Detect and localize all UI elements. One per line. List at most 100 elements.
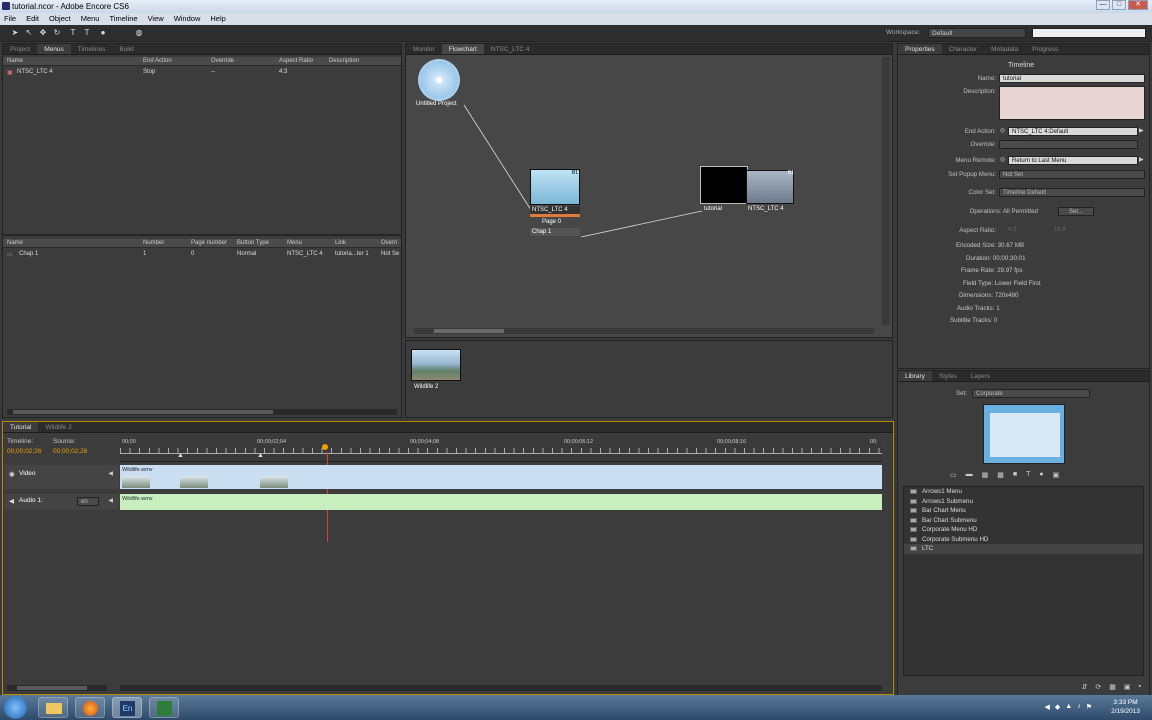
pickwhip-icon[interactable]: ◎ bbox=[1000, 156, 1005, 163]
text-icon[interactable]: T bbox=[1026, 471, 1030, 479]
col-aspect-ratio[interactable]: Aspect Ratio bbox=[279, 57, 313, 66]
tab-metadata[interactable]: Metadata bbox=[984, 44, 1025, 54]
chapter-marker-icon[interactable]: ▲ bbox=[177, 452, 184, 459]
flowchart-horizontal-scrollbar[interactable] bbox=[414, 328, 874, 334]
maximize-button[interactable]: □ bbox=[1112, 0, 1126, 10]
table-row[interactable]: ▭ Chap 1 1 0 Normal NTSC_LTC 4 tutoria..… bbox=[3, 250, 401, 259]
tab-build[interactable]: Build bbox=[112, 44, 140, 54]
tray-network-icon[interactable]: ▲ bbox=[1065, 703, 1072, 711]
tab-layers[interactable]: Layers bbox=[964, 371, 998, 381]
override-field[interactable]: Not Set bbox=[999, 140, 1138, 149]
zoom-slider[interactable] bbox=[7, 685, 107, 691]
speaker-icon[interactable]: ◀ bbox=[9, 497, 14, 505]
list-item[interactable]: Corporate Menu HD bbox=[904, 525, 1143, 535]
library-set-select[interactable]: Corporate bbox=[972, 389, 1090, 398]
list-item[interactable]: Corporate Submenu HD bbox=[904, 535, 1143, 545]
menu-menu[interactable]: Menu bbox=[81, 13, 100, 25]
color-set-select[interactable]: Timeline Default bbox=[999, 188, 1145, 197]
col-description[interactable]: Description bbox=[329, 57, 359, 66]
video-icon[interactable]: ▣ bbox=[1053, 471, 1060, 479]
name-field[interactable]: tutorial bbox=[999, 74, 1145, 83]
tab-styles[interactable]: Styles bbox=[932, 371, 964, 381]
menu-edit[interactable]: Edit bbox=[26, 13, 39, 25]
move-tool-icon[interactable]: ✥ bbox=[38, 28, 48, 38]
menu-remote-arrow-icon[interactable]: ▶ bbox=[1139, 156, 1144, 163]
tab-progress[interactable]: Progress bbox=[1025, 44, 1065, 54]
rotate-tool-icon[interactable]: ↻ bbox=[52, 28, 62, 38]
time-ruler[interactable]: 00;00 00;00;02;04 00;00;04;08 00;00;06;1… bbox=[120, 438, 882, 462]
tab-ntsc-ltc4[interactable]: NTSC_LTC 4 bbox=[484, 44, 537, 54]
shape-icon[interactable]: ■ bbox=[1013, 471, 1017, 479]
audio-language-select[interactable]: en bbox=[77, 497, 99, 506]
disc-icon[interactable] bbox=[418, 59, 460, 101]
explorer-taskbar-button[interactable] bbox=[38, 697, 68, 718]
drop-icon[interactable]: ● bbox=[1039, 471, 1043, 479]
app-taskbar-button[interactable] bbox=[149, 697, 179, 718]
list-item[interactable]: LTC bbox=[904, 544, 1143, 554]
end-action-field[interactable]: NTSC_LTC 4:Default bbox=[1008, 127, 1138, 136]
timeline-timecode[interactable]: 00;00;02;26 bbox=[7, 448, 41, 455]
tab-properties[interactable]: Properties bbox=[898, 44, 942, 54]
menu-object[interactable]: Object bbox=[49, 13, 71, 25]
tab-library[interactable]: Library bbox=[898, 371, 932, 381]
set-icon[interactable]: ▦ bbox=[1109, 683, 1116, 691]
menu-timeline[interactable]: Timeline bbox=[109, 13, 137, 25]
table-row[interactable]: ▣ NTSC_LTC 4 Stop -- 4:3 bbox=[3, 68, 401, 77]
menu-view[interactable]: View bbox=[148, 13, 164, 25]
button-icon[interactable]: ▬ bbox=[966, 471, 973, 479]
tab-timelines[interactable]: Timelines bbox=[71, 44, 113, 54]
aspect-16x9-radio[interactable]: 16:9 bbox=[1054, 227, 1066, 233]
panel-divider[interactable] bbox=[3, 234, 401, 236]
tray-shield-icon[interactable]: ◆ bbox=[1055, 703, 1060, 711]
col-end-action[interactable]: End Action bbox=[143, 57, 172, 66]
tab-character[interactable]: Character bbox=[942, 44, 985, 54]
timeline-node[interactable]: B1 tutorial NTSC_LTC 4 bbox=[700, 166, 798, 216]
place-icon[interactable]: ⇵ bbox=[1082, 683, 1088, 691]
popup-menu-select[interactable]: Not Set bbox=[999, 170, 1145, 179]
tab-wildlife[interactable]: Wildlife 2 bbox=[38, 422, 78, 432]
tab-flowchart[interactable]: Flowchart bbox=[441, 44, 484, 54]
eye-icon[interactable]: ◉ bbox=[9, 470, 15, 478]
set-operations-button[interactable]: Set... bbox=[1058, 207, 1094, 216]
workspace-select[interactable]: Default bbox=[928, 28, 1026, 38]
list-item[interactable]: Arrows1 Submenu bbox=[904, 497, 1143, 507]
encore-taskbar-button[interactable]: En bbox=[112, 697, 142, 718]
direct-select-tool-icon[interactable]: ↖ bbox=[24, 28, 34, 38]
col-name[interactable]: Name bbox=[7, 57, 23, 66]
menu-help[interactable]: Help bbox=[210, 13, 225, 25]
collapse-icon[interactable]: ◀ bbox=[108, 497, 113, 504]
menu-file[interactable]: File bbox=[4, 13, 16, 25]
horizontal-scrollbar[interactable] bbox=[7, 409, 397, 415]
wildlife-thumbnail[interactable] bbox=[411, 349, 461, 381]
image-icon[interactable]: ▭ bbox=[950, 471, 957, 479]
timeline-horizontal-scrollbar[interactable] bbox=[120, 685, 882, 691]
collapse-icon[interactable]: ◀ bbox=[108, 470, 113, 477]
vertical-scrollbar[interactable] bbox=[882, 57, 890, 325]
source-timecode[interactable]: 00;00;02;26 bbox=[53, 448, 87, 455]
tray-volume-icon[interactable]: ♪ bbox=[1077, 703, 1081, 711]
firefox-taskbar-button[interactable] bbox=[75, 697, 105, 718]
chapter-marker-icon[interactable]: ▲ bbox=[257, 452, 264, 459]
grid-icon[interactable]: ▩ bbox=[997, 471, 1004, 479]
list-item[interactable]: Bar Chart Submenu bbox=[904, 516, 1143, 526]
col-override[interactable]: Override bbox=[211, 57, 234, 66]
pickwhip-icon[interactable]: ◎ bbox=[1000, 127, 1005, 134]
video-track-header[interactable]: ◉ Video ◀ bbox=[5, 465, 119, 489]
tab-tutorial[interactable]: Tutorial bbox=[3, 422, 39, 432]
minimize-button[interactable]: — bbox=[1096, 0, 1110, 10]
audio-track[interactable]: Wildlife.wmv bbox=[120, 494, 882, 510]
search-input[interactable] bbox=[1032, 28, 1146, 38]
system-clock[interactable]: 3:33 PM 2/19/2013 bbox=[1111, 698, 1140, 716]
tray-flag-icon[interactable]: ⚑ bbox=[1086, 703, 1092, 711]
preview-icon[interactable]: ◍ bbox=[134, 28, 144, 38]
text-tool-icon[interactable]: T bbox=[68, 28, 78, 38]
selection-tool-icon[interactable]: ➤ bbox=[10, 28, 20, 38]
end-action-arrow-icon[interactable]: ▶ bbox=[1139, 127, 1144, 134]
menu-window[interactable]: Window bbox=[174, 13, 201, 25]
tray-arrow-icon[interactable]: ◀ bbox=[1045, 703, 1050, 711]
new-item-icon[interactable]: ▣ bbox=[1124, 683, 1131, 691]
tab-menus[interactable]: Menus bbox=[37, 44, 71, 54]
audio-track-header[interactable]: ◀ Audio 1: en ◀ bbox=[5, 494, 119, 510]
list-item[interactable]: Arrows1 Menu bbox=[904, 487, 1143, 497]
tab-project[interactable]: Project bbox=[3, 44, 37, 54]
